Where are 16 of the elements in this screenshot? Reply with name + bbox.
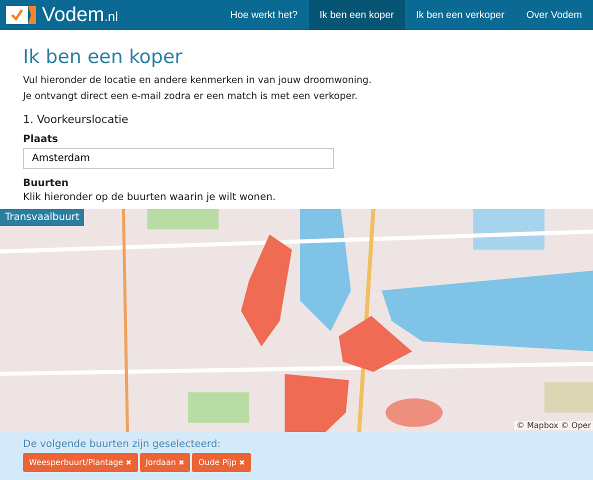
field-label: Plaats xyxy=(23,134,59,145)
map-attribution: © Mapbox © Oper xyxy=(514,421,593,430)
hint-text: Klik hieronder op de buurten waarin je wilt wonen. xyxy=(23,192,277,203)
field-label: Buurten xyxy=(23,178,70,189)
nav-link[interactable]: Over Vodem xyxy=(515,0,593,30)
logo-icon xyxy=(6,5,36,25)
map-tooltip: Transvaalbuurt xyxy=(0,209,84,226)
nav-link[interactable]: Hoe werkt het? xyxy=(219,0,309,30)
section-heading: 1. Voorkeurslocatie xyxy=(23,113,130,126)
page-title: Ik ben een koper xyxy=(23,46,184,68)
intro-text: Vul hieronder de locatie en andere kenmerken in van jouw droomwoning. Je ontvangt direct een e-mail zodra er een match is met een verkoper. xyxy=(23,74,373,104)
nav-link[interactable]: Ik ben een koper xyxy=(308,0,406,30)
place-field[interactable]: Amsterdam xyxy=(23,148,334,169)
selection-label: De volgende buurten zijn geselecteerd: xyxy=(23,439,222,450)
nav-link[interactable]: Ik ben een verkoper xyxy=(405,0,516,30)
logo-text[interactable]: Vodem.nl xyxy=(42,4,118,26)
